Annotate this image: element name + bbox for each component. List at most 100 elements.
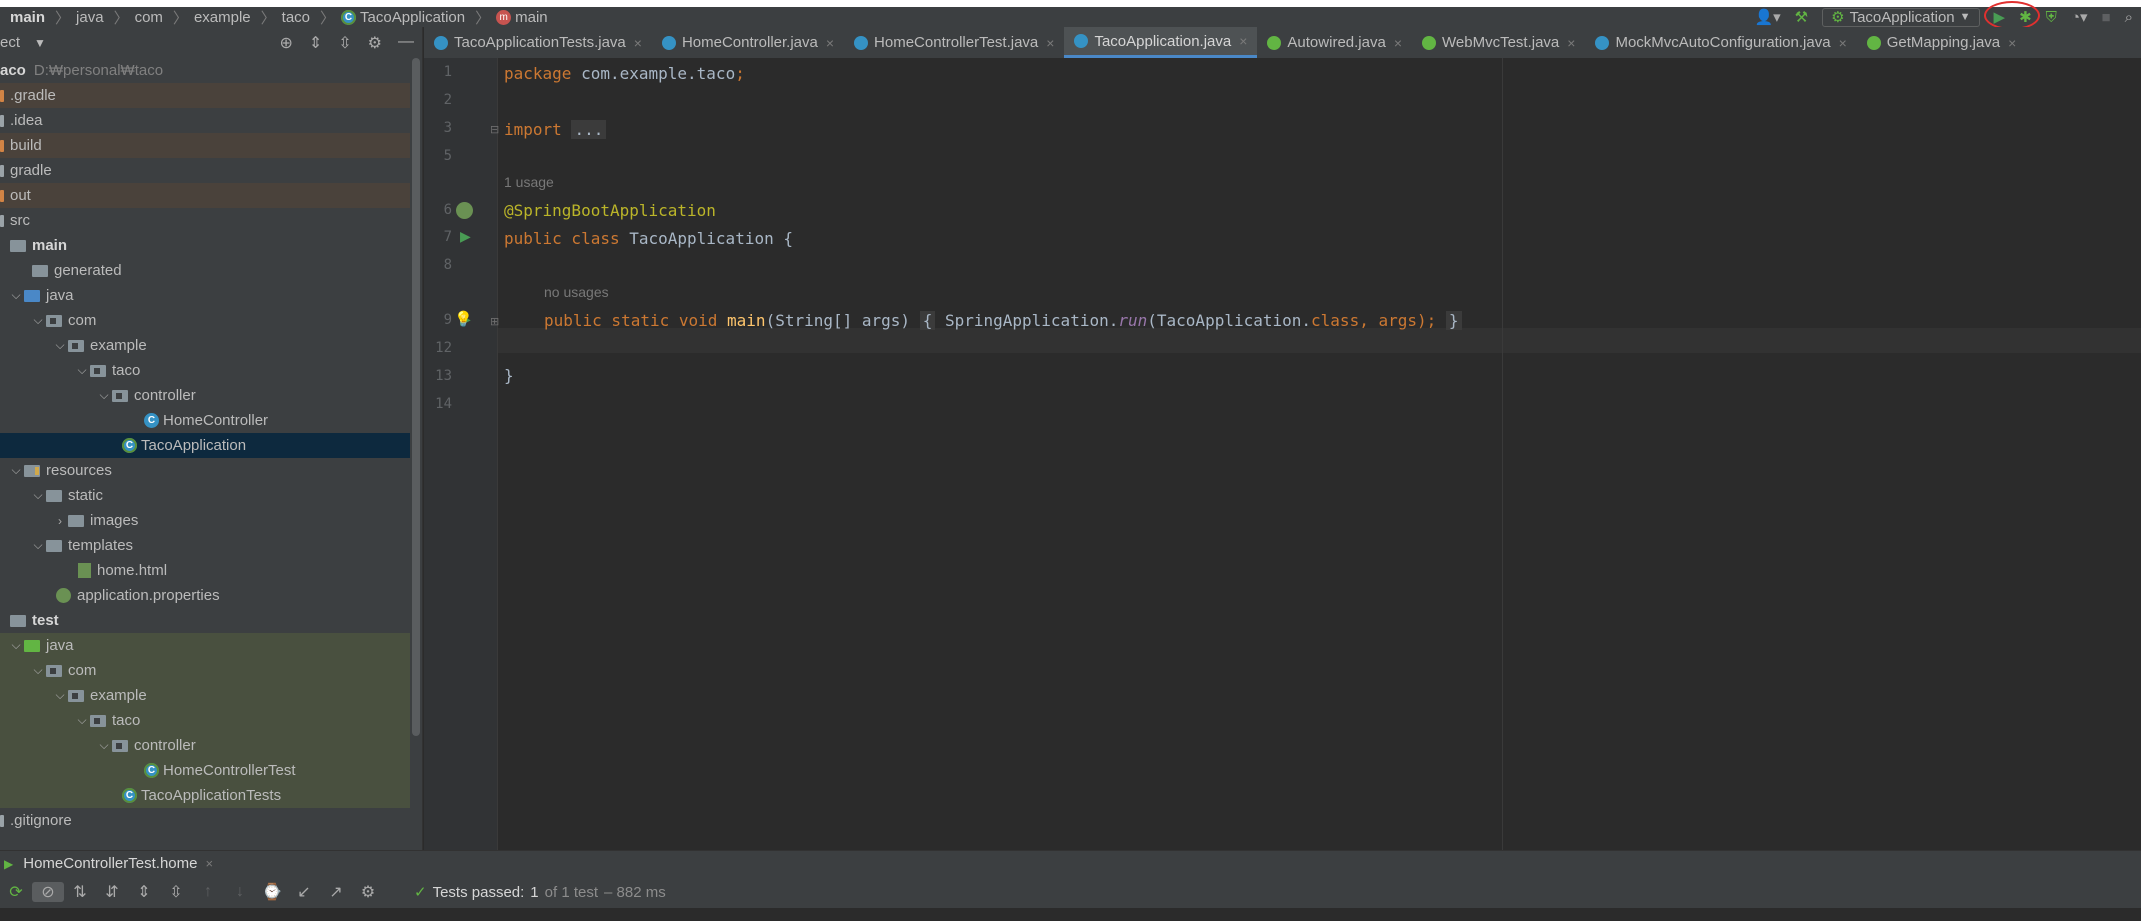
tree-item-test[interactable]: test — [0, 608, 410, 633]
folded-imports[interactable]: ... — [571, 120, 607, 139]
show-passed-toggle-icon[interactable]: ⊘ — [32, 882, 64, 902]
close-icon[interactable]: × — [634, 35, 642, 51]
tree-item-test-java[interactable]: ⌵ java — [0, 633, 410, 658]
close-icon[interactable]: × — [1046, 35, 1054, 51]
tree-item-home-html[interactable]: home.html — [0, 558, 410, 583]
collapse-all-icon[interactable]: ⇳ — [338, 33, 351, 53]
breadcrumb-main-method[interactable]: m main — [496, 9, 552, 26]
tree-item-build[interactable]: build — [0, 133, 410, 158]
breadcrumb-main[interactable]: main — [10, 9, 49, 26]
close-icon[interactable]: × — [205, 856, 213, 871]
breadcrumb-example[interactable]: example — [194, 9, 255, 26]
tree-item-taco-application[interactable]: C TacoApplication — [0, 433, 410, 458]
next-failed-icon[interactable]: ↓ — [224, 883, 256, 901]
tree-item-controller[interactable]: ⌵ controller — [0, 383, 410, 408]
stop-icon[interactable]: ■ — [2102, 9, 2111, 26]
close-icon[interactable]: × — [826, 35, 834, 51]
chevron-right-icon[interactable]: › — [52, 514, 68, 528]
tree-item-application-properties[interactable]: application.properties — [0, 583, 410, 608]
tab-home-controller-test[interactable]: HomeControllerTest.java × — [844, 27, 1064, 58]
user-icon[interactable]: 👤▾ — [1754, 8, 1780, 26]
chevron-down-icon[interactable]: ▼ — [34, 36, 46, 50]
sort-alpha-icon[interactable]: ⇅ — [64, 882, 96, 902]
fold-icon[interactable]: ⊞ — [490, 315, 499, 328]
close-icon[interactable]: × — [2008, 35, 2016, 51]
tab-mock-mvc-auto-configuration[interactable]: MockMvcAutoConfiguration.java × — [1585, 27, 1856, 58]
no-usages-hint[interactable]: no usages — [544, 284, 609, 300]
collapse-all-icon[interactable]: ⇳ — [160, 882, 192, 902]
breadcrumb-taco[interactable]: taco — [282, 9, 314, 26]
code-area[interactable]: package com.example.taco; import ... 1 u… — [454, 58, 2134, 850]
tab-taco-application[interactable]: TacoApplication.java × — [1064, 27, 1258, 58]
profile-icon[interactable]: ◔▾ — [2071, 8, 2088, 26]
chevron-down-icon[interactable]: ⌵ — [96, 738, 112, 753]
chevron-down-icon[interactable]: ⌵ — [30, 313, 46, 328]
chevron-down-icon[interactable]: ⌵ — [30, 663, 46, 678]
tab-home-controller[interactable]: HomeController.java × — [652, 27, 844, 58]
tree-item-taco[interactable]: ⌵ taco — [0, 358, 410, 383]
tab-taco-application-tests[interactable]: TacoApplicationTests.java × — [424, 27, 652, 58]
tree-item-static[interactable]: ⌵ static — [0, 483, 410, 508]
tab-get-mapping[interactable]: GetMapping.java × — [1857, 27, 2027, 58]
run-configuration-select[interactable]: ⚙ TacoApplication ▼ — [1822, 7, 1980, 27]
tree-root[interactable]: aco D:₩personal₩taco — [0, 58, 410, 83]
tree-item-generated[interactable]: generated — [0, 258, 410, 283]
chevron-down-icon[interactable]: ⌵ — [52, 338, 68, 353]
close-icon[interactable]: × — [1394, 35, 1402, 51]
chevron-down-icon[interactable]: ⌵ — [52, 688, 68, 703]
usage-hint[interactable]: 1 usage — [504, 174, 554, 190]
tab-web-mvc-test[interactable]: WebMvcTest.java × — [1412, 27, 1585, 58]
breadcrumb-java[interactable]: java — [76, 9, 108, 26]
tree-item-idea[interactable]: .idea — [0, 108, 410, 133]
tree-item-home-controller[interactable]: C HomeController — [0, 408, 410, 433]
gear-icon[interactable]: ⚙ — [352, 882, 384, 902]
chevron-down-icon[interactable]: ⌵ — [8, 463, 24, 478]
search-icon[interactable]: ⌕ — [2125, 9, 2133, 26]
close-icon[interactable]: × — [1567, 35, 1575, 51]
tree-item-gradle[interactable]: gradle — [0, 158, 410, 183]
tree-item-taco-application-tests[interactable]: C TacoApplicationTests — [0, 783, 410, 808]
breadcrumb-com[interactable]: com — [135, 9, 167, 26]
lightbulb-icon[interactable]: 💡 — [454, 310, 473, 328]
chevron-down-icon[interactable]: ⌵ — [96, 388, 112, 403]
spring-bean-icon[interactable] — [456, 202, 473, 219]
chevron-down-icon[interactable]: ⌵ — [74, 363, 90, 378]
chevron-down-icon[interactable]: ⌵ — [30, 538, 46, 553]
tree-item-src[interactable]: src — [0, 208, 410, 233]
tree-item-test-controller[interactable]: ⌵ controller — [0, 733, 410, 758]
expand-all-icon[interactable]: ⇕ — [128, 882, 160, 902]
rerun-icon[interactable]: ⟳ — [0, 882, 32, 902]
tree-item-home-controller-test[interactable]: C HomeControllerTest — [0, 758, 410, 783]
breadcrumb-taco-application[interactable]: C TacoApplication — [341, 9, 469, 26]
build-hammer-icon[interactable]: ⚒ — [1795, 8, 1808, 26]
export-tests-icon[interactable]: ↗ — [320, 882, 352, 902]
project-scrollbar[interactable] — [412, 58, 420, 736]
tree-item-com[interactable]: ⌵ com — [0, 308, 410, 333]
chevron-down-icon[interactable]: ⌵ — [30, 488, 46, 503]
expand-all-icon[interactable]: ⇕ — [309, 33, 322, 53]
coverage-icon[interactable]: ⛨ — [2046, 9, 2057, 26]
sort-duration-icon[interactable]: ⇵ — [96, 882, 128, 902]
close-icon[interactable]: × — [1839, 35, 1847, 51]
tree-item-test-example[interactable]: ⌵ example — [0, 683, 410, 708]
locate-icon[interactable]: ⊕ — [279, 33, 292, 53]
previous-failed-icon[interactable]: ↑ — [192, 883, 224, 901]
tree-item-java[interactable]: ⌵ java — [0, 283, 410, 308]
run-tab-label[interactable]: HomeControllerTest.home — [23, 855, 197, 872]
close-icon[interactable]: × — [1239, 33, 1247, 49]
chevron-down-icon[interactable]: ⌵ — [8, 288, 24, 303]
tree-item-out[interactable]: out — [0, 183, 410, 208]
tree-item-gitignore[interactable]: .gitignore — [0, 808, 410, 833]
tab-autowired[interactable]: Autowired.java × — [1257, 27, 1412, 58]
run-button[interactable]: ▶ — [1983, 1, 2038, 30]
import-tests-icon[interactable]: ↙ — [288, 882, 320, 902]
chevron-down-icon[interactable]: ⌵ — [8, 638, 24, 653]
hide-icon[interactable]: — — [398, 33, 414, 53]
tree-item-example[interactable]: ⌵ example — [0, 333, 410, 358]
tree-item-test-com[interactable]: ⌵ com — [0, 658, 410, 683]
tree-item-templates[interactable]: ⌵ templates — [0, 533, 410, 558]
chevron-down-icon[interactable]: ⌵ — [74, 713, 90, 728]
tree-item-main[interactable]: main — [0, 233, 410, 258]
tree-item-test-taco[interactable]: ⌵ taco — [0, 708, 410, 733]
tree-item-resources[interactable]: ⌵ resources — [0, 458, 410, 483]
